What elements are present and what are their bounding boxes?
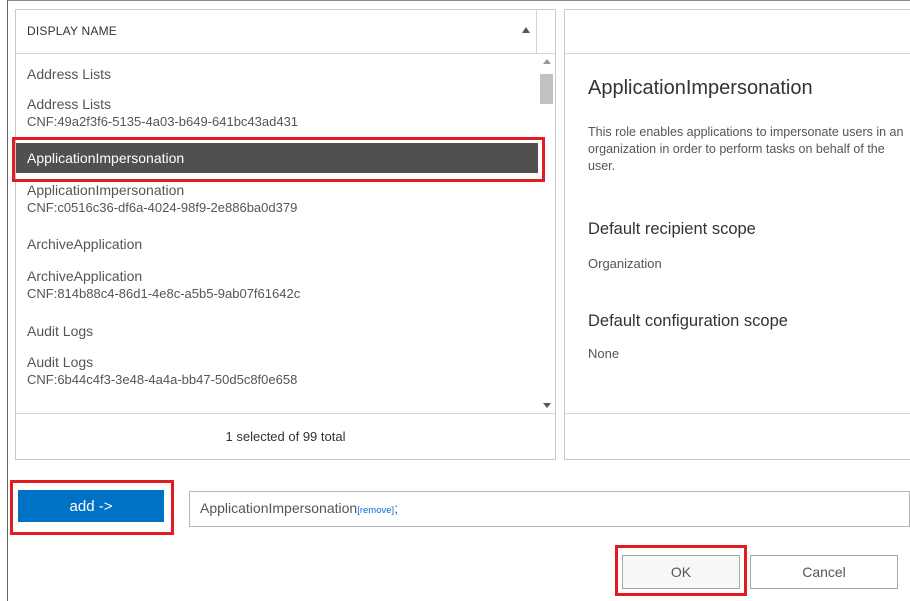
list-item-sublabel: CNF:6b44c4f3-3e48-4a4a-bb47-50d5c8f0e658 (27, 372, 298, 387)
role-description: This role enables applications to impers… (588, 125, 904, 173)
recipient-scope-value: Organization (588, 256, 662, 271)
list-header[interactable]: DISPLAY NAME (16, 10, 555, 54)
cancel-button[interactable]: Cancel (750, 555, 898, 589)
selected-role-separator: ; (394, 500, 399, 516)
list-item[interactable]: Audit Logs (16, 322, 538, 340)
dialog-left-border (7, 0, 8, 601)
remove-link[interactable]: [remove] (357, 505, 394, 516)
list-item-label: Address Lists (27, 96, 112, 112)
ok-button-highlight (615, 545, 747, 596)
list-item-sublabel: CNF:c0516c36-df6a-4024-98f9-2e886ba0d379 (27, 200, 298, 215)
scroll-up-arrow-icon[interactable] (543, 59, 551, 64)
list-item-label: ArchiveApplication (27, 268, 143, 284)
detail-header (565, 10, 910, 54)
add-button-highlight (10, 480, 174, 535)
list-item[interactable]: Address Lists (16, 65, 538, 83)
list-footer: 1 selected of 99 total (16, 413, 555, 459)
list-item-label: Address Lists (27, 66, 112, 82)
config-scope-heading: Default configuration scope (588, 312, 788, 330)
list-item-label: Audit Logs (27, 354, 94, 370)
selection-count: 1 selected of 99 total (225, 429, 346, 444)
dialog-top-border (7, 0, 910, 1)
list-item[interactable]: Address Lists CNF:49a2f3f6-5135-4a03-b64… (16, 95, 538, 131)
list-item[interactable]: ApplicationImpersonation CNF:c0516c36-df… (16, 181, 538, 217)
list-item-label: ArchiveApplication (27, 236, 143, 252)
header-divider (536, 10, 537, 54)
list-item[interactable]: ArchiveApplication CNF:814b88c4-86d1-4e8… (16, 267, 538, 303)
config-scope-value: None (588, 346, 620, 361)
list-item-label: ApplicationImpersonation (27, 182, 185, 198)
selected-role-value: ApplicationImpersonation (200, 500, 358, 516)
selected-roles-field[interactable]: ApplicationImpersonation[remove]; (189, 491, 910, 527)
detail-footer (565, 413, 910, 459)
role-detail-panel: ApplicationImpersonation This role enabl… (564, 9, 910, 460)
scroll-down-arrow-icon[interactable] (543, 403, 551, 408)
display-name-column-header[interactable]: DISPLAY NAME (27, 24, 117, 38)
list-item-sublabel: CNF:49a2f3f6-5135-4a03-b649-641bc43ad431 (27, 114, 299, 129)
list-item-label: Audit Logs (27, 323, 94, 339)
list-scrollbar[interactable] (538, 55, 555, 413)
list-item-sublabel: CNF:814b88c4-86d1-4e8c-a5b5-9ab07f61642c (27, 286, 301, 301)
role-list-panel: DISPLAY NAME Address Lists Address Lists… (15, 9, 556, 460)
list-item[interactable]: Audit Logs CNF:6b44c4f3-3e48-4a4a-bb47-5… (16, 353, 538, 389)
role-list: Address Lists Address Lists CNF:49a2f3f6… (16, 55, 555, 413)
sort-ascending-icon[interactable] (522, 27, 530, 33)
list-item[interactable]: ArchiveApplication (16, 235, 538, 253)
role-title: ApplicationImpersonation (588, 77, 813, 99)
selected-row-highlight (12, 137, 545, 182)
scroll-thumb[interactable] (540, 74, 553, 104)
recipient-scope-heading: Default recipient scope (588, 220, 756, 238)
